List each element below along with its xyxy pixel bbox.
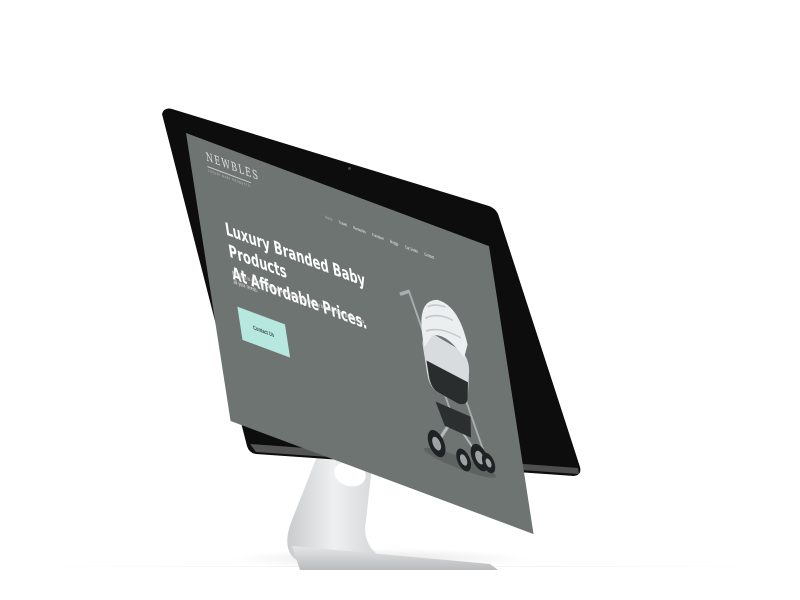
nav-item-buggy[interactable]: Buggy bbox=[390, 238, 399, 247]
contact-us-button[interactable]: Contact Us bbox=[237, 306, 291, 358]
nav-item-nurseries[interactable]: Nurseries bbox=[353, 224, 366, 234]
nav-item-car-seats[interactable]: Car Seats bbox=[404, 244, 418, 254]
mockup-stage: NEWBLES LUXURY BABY PRODUCTS Home Travel… bbox=[0, 0, 800, 600]
nav-item-furniture[interactable]: Furniture bbox=[372, 232, 384, 242]
stroller-image bbox=[399, 289, 497, 478]
nav-item-home[interactable]: Home bbox=[324, 214, 333, 222]
main-nav: Home Travel Nurseries Furniture Buggy Ca… bbox=[324, 214, 434, 260]
stand-base bbox=[292, 546, 498, 570]
camera-dot bbox=[348, 167, 351, 170]
nav-item-contact[interactable]: Contact bbox=[424, 251, 435, 260]
nav-item-travel[interactable]: Travel bbox=[338, 219, 347, 227]
